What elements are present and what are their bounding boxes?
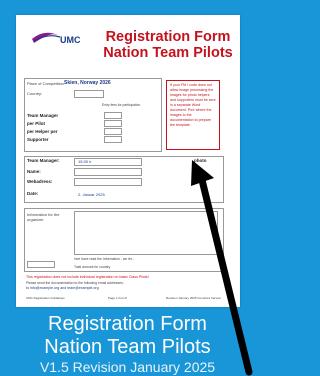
footer-mid: Page 1 from 8	[108, 296, 127, 300]
total-field[interactable]	[27, 261, 55, 268]
date-value: 2. Januar 2025	[78, 192, 105, 197]
caption-title-line2: Nation Team Pilots	[44, 336, 211, 358]
name-field[interactable]	[74, 168, 142, 176]
caption-version: V1.5 Revision January 2025	[39, 359, 216, 375]
logo-text: UMC	[60, 35, 81, 45]
per-pilot-label: per Pilot	[27, 121, 46, 126]
photo-label: photo	[194, 158, 207, 163]
total-note: Total amount for country	[74, 265, 111, 269]
per-helper-label: per Helper per	[27, 129, 58, 134]
manager-label: Team Manager:	[27, 158, 60, 163]
signature-note: I/we have read the Information - we let.…	[74, 257, 135, 261]
country-label: Country:	[27, 91, 43, 96]
webadress-label: Webadress:	[27, 179, 53, 184]
fee-field-helper[interactable]	[104, 128, 122, 135]
footer-left: UMC Registration Guidelines	[26, 296, 65, 300]
document-title: Registration Form Nation Team Pilots	[98, 29, 238, 61]
document-title-line2: Nation Team Pilots	[103, 45, 233, 61]
manager-value: 15:30 h	[78, 159, 92, 164]
thumbnail-card[interactable]: UMC Registration Form Nation Team Pilots…	[0, 0, 255, 376]
supporter-label: Supporter	[27, 137, 49, 142]
red-note: This registration does not include indiv…	[26, 275, 149, 279]
fee-field-supporter[interactable]	[104, 136, 122, 143]
info-textarea[interactable]	[74, 211, 218, 255]
fee-field-manager[interactable]	[104, 112, 122, 119]
place-value: Skien, Norway 2026	[64, 80, 111, 86]
contact-emails[interactable]: to info@example.org and team@example.org	[26, 286, 99, 290]
footer-right: Revision January 2025 Countries Version	[166, 296, 222, 300]
webadress-field[interactable]	[74, 178, 142, 186]
fee-field-pilot[interactable]	[104, 120, 122, 127]
caption-title-line1: Registration Form	[48, 313, 207, 335]
date-label: Date:	[27, 191, 39, 196]
name-label: Name:	[27, 169, 41, 174]
document-preview[interactable]: UMC Registration Form Nation Team Pilots…	[16, 15, 240, 307]
entry-fee-note: Entry fees for participation	[102, 103, 141, 107]
document-title-line1: Registration Form	[105, 29, 231, 45]
image-note-box: If your FM / code does not allow image p…	[166, 80, 220, 150]
place-label: Place of Competition	[27, 81, 64, 86]
country-field[interactable]	[74, 90, 104, 98]
info-label: Information for the organizer	[27, 212, 60, 222]
team-manager-label: Team Manager	[27, 113, 59, 118]
